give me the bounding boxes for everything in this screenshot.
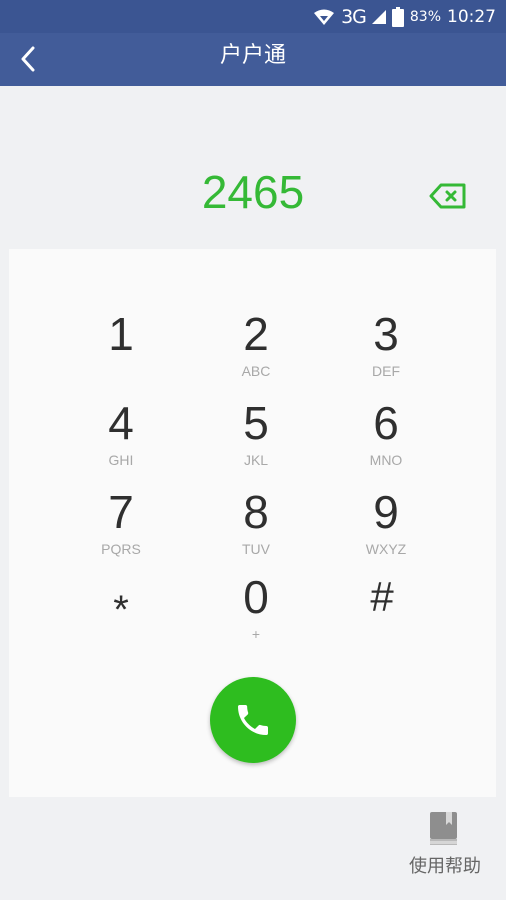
key-4[interactable]: 4 GHI [61, 395, 181, 479]
key-letters: ABC [241, 363, 271, 379]
key-digit: 2 [243, 308, 269, 360]
network-type: 3G [341, 5, 367, 28]
key-6[interactable]: 6 MNO [326, 395, 446, 479]
key-digit: 3 [373, 308, 399, 360]
key-letters: WXYZ [365, 541, 407, 557]
key-2[interactable]: 2 ABC [196, 306, 316, 390]
key-digit: # [370, 573, 394, 620]
key-digit: 7 [108, 486, 134, 538]
phone-icon [238, 705, 268, 735]
key-9[interactable]: 9 WXYZ [326, 484, 446, 568]
key-digit: 9 [373, 486, 399, 538]
backspace-icon [429, 183, 466, 209]
key-letters: GHI [108, 452, 134, 468]
key-letters [61, 362, 181, 380]
key-letters [322, 625, 442, 643]
status-bar: 3G 83% 10:27 [0, 0, 506, 33]
help-button[interactable]: 使用帮助 [398, 808, 492, 880]
delete-button[interactable] [426, 180, 470, 212]
book-icon [430, 812, 457, 845]
key-digit: 0 [243, 571, 269, 623]
key-star[interactable]: * [61, 574, 181, 658]
key-letters: DEF [372, 363, 400, 379]
call-button[interactable] [210, 677, 296, 763]
key-7[interactable]: 7 PQRS [61, 484, 181, 568]
key-0[interactable]: 0 + [196, 569, 316, 653]
key-digit: 8 [243, 486, 269, 538]
key-letters: TUV [242, 541, 270, 557]
key-3[interactable]: 3 DEF [326, 306, 446, 390]
signal-icon [371, 9, 386, 24]
key-letters: + [251, 626, 261, 642]
key-letters: JKL [243, 452, 269, 468]
key-digit: 6 [373, 397, 399, 449]
key-digit: 5 [243, 397, 269, 449]
battery-icon [391, 6, 404, 27]
key-digit: 4 [108, 397, 134, 449]
keypad: 1 2 ABC 3 DEF 4 GHI 5 JKL 6 MNO 7 PQRS 8… [9, 249, 496, 797]
key-5[interactable]: 5 JKL [196, 395, 316, 479]
battery-level: 83% [409, 8, 441, 25]
app-bar: 户户通 [0, 33, 506, 86]
clock: 10:27 [447, 6, 496, 27]
key-letters: PQRS [101, 541, 141, 557]
wifi-icon [314, 9, 335, 25]
key-8[interactable]: 8 TUV [196, 484, 316, 568]
key-digit: 1 [108, 308, 134, 360]
key-digit: * [113, 588, 129, 632]
key-hash[interactable]: # [322, 569, 442, 653]
help-label: 使用帮助 [409, 856, 481, 877]
key-letters: MNO [369, 452, 403, 468]
key-1[interactable]: 1 [61, 306, 181, 390]
page-title: 户户通 [219, 43, 286, 68]
status-indicators: 3G 83% 10:27 [313, 0, 496, 33]
